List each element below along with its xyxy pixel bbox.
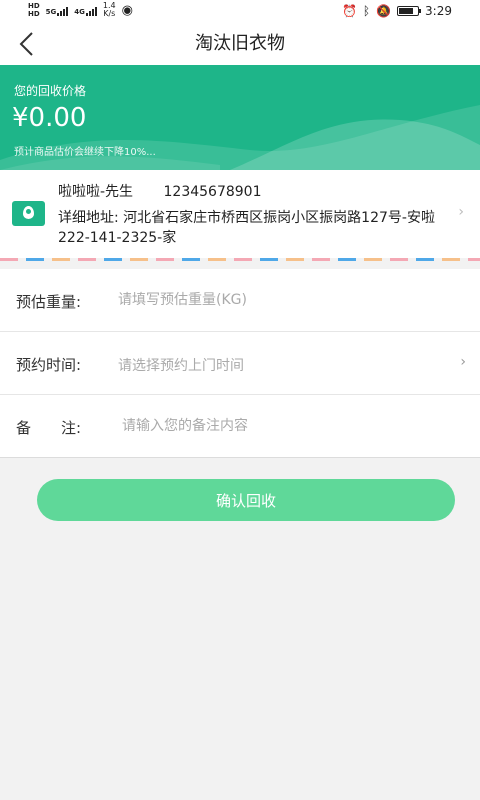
chevron-right-icon: › [460, 354, 466, 370]
battery-level [399, 8, 414, 14]
network-speed: 1.4 K/s [102, 1, 116, 18]
price-banner: 您的回收价格 ¥0.00 预计商品估价会继续下降10%... [0, 65, 480, 170]
page-title: 淘汰旧衣物 [195, 33, 285, 54]
time-label: 预约时间: [16, 356, 82, 374]
address-detail: 详细地址: 河北省石家庄市桥西区振岗小区振岗路127号-安啦222-141-23… [58, 210, 435, 246]
address-card[interactable]: 啦啦啦-先生 12345678901 详细地址: 河北省石家庄市桥西区振岗小区振… [0, 170, 480, 258]
price-value: ¥0.00 [12, 103, 87, 133]
confirm-recycle-button[interactable]: 确认回收 [37, 479, 455, 521]
alarm-icon: ⏰ [341, 4, 357, 18]
mute-icon: 🔕 [376, 4, 392, 18]
weight-label: 预估重量: [16, 293, 82, 311]
signal-1-label: 5G [45, 8, 57, 16]
recycle-form: 预估重量: 预约时间: 请选择预约上门时间 › 备 注: [0, 269, 480, 458]
chevron-right-icon: › [458, 204, 464, 220]
clock: 3:29 [425, 4, 452, 18]
back-arrow-icon[interactable] [14, 29, 44, 59]
hd-indicator: HD HD [28, 2, 40, 18]
price-note: 预计商品估价会继续下降10%... [14, 147, 156, 158]
battery-icon [397, 6, 422, 16]
signal-2-label: 4G [74, 8, 85, 16]
contact-name: 啦啦啦-先生 [58, 184, 134, 200]
status-left: HD HD 5G 4G 1.4 K/s ◉ [28, 1, 133, 19]
bluetooth-icon: ᛒ [362, 4, 371, 18]
time-picker[interactable]: 请选择预约上门时间 [118, 355, 244, 375]
weight-row: 预估重量: [0, 269, 480, 332]
weight-input[interactable] [118, 287, 438, 313]
status-right: ⏰ ᛒ 🔕 3:29 [342, 4, 452, 18]
signal-icon: 4G [74, 4, 97, 16]
signal-icon: 5G [46, 4, 69, 16]
appointment-time-row[interactable]: 预约时间: 请选择预约上门时间 › [0, 332, 480, 395]
location-icon [12, 201, 45, 226]
envelope-stripe [0, 258, 480, 261]
note-input[interactable] [122, 413, 442, 439]
contact-line: 啦啦啦-先生 12345678901 [58, 181, 262, 201]
eye-icon: ◉ [121, 2, 133, 18]
note-label: 备 注: [16, 419, 82, 437]
contact-phone: 12345678901 [163, 184, 262, 200]
status-bar: HD HD 5G 4G 1.4 K/s ◉ ⏰ ᛒ 🔕 3:29 [0, 0, 480, 24]
price-label: 您的回收价格 [14, 84, 87, 98]
note-row: 备 注: [0, 395, 480, 458]
navigation-bar: 淘汰旧衣物 [0, 24, 480, 65]
